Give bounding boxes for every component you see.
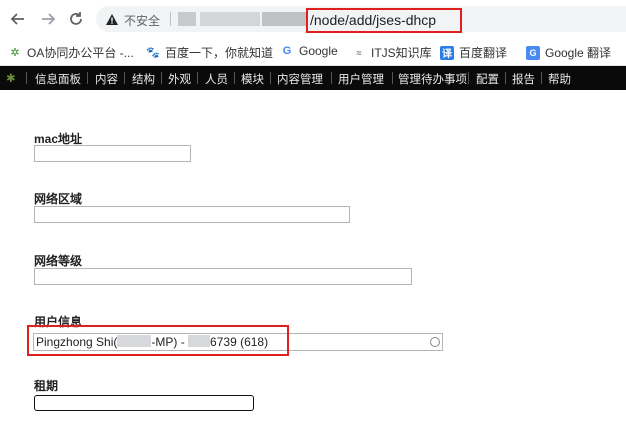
bookmark-baidu[interactable]: 🐾 百度一下，你就知道 bbox=[146, 44, 273, 61]
network-level-input[interactable] bbox=[34, 268, 412, 285]
baidu-paw-icon: 🐾 bbox=[146, 47, 160, 59]
toolbar-divider bbox=[161, 72, 162, 84]
toolbar-divider bbox=[234, 72, 235, 84]
menu-item-config[interactable]: 配置 bbox=[476, 71, 499, 87]
network-zone-label: 网络区域 bbox=[34, 192, 83, 206]
menu-item-appearance[interactable]: 外观 bbox=[168, 71, 191, 87]
toolbar-divider bbox=[468, 72, 469, 84]
menu-item-structure[interactable]: 结构 bbox=[132, 71, 155, 87]
user-info-highlight-box bbox=[27, 325, 289, 356]
menu-item-people[interactable]: 人员 bbox=[205, 71, 228, 87]
menu-item-dashboard[interactable]: 信息面板 bbox=[35, 71, 81, 87]
oa-logo-icon: ✲ bbox=[10, 47, 20, 59]
url-path[interactable]: /node/add/jses-dhcp bbox=[310, 12, 436, 28]
bookmark-label: OA协同办公平台 -... bbox=[27, 46, 134, 60]
security-status: 不安全 bbox=[124, 14, 161, 28]
redacted-host bbox=[178, 12, 196, 26]
bookmark-google[interactable]: G Google bbox=[280, 44, 338, 58]
omnibox-divider bbox=[170, 12, 171, 26]
itjs-icon: ≈ bbox=[356, 47, 362, 58]
forward-arrow-icon[interactable] bbox=[38, 9, 58, 29]
warning-triangle-icon[interactable] bbox=[104, 11, 120, 27]
toolbar-divider bbox=[505, 72, 506, 84]
toolbar-divider bbox=[26, 72, 27, 84]
toolbar-divider bbox=[124, 72, 125, 84]
autocomplete-throbber-icon bbox=[430, 337, 440, 347]
toolbar-divider bbox=[197, 72, 198, 84]
reload-icon[interactable] bbox=[66, 9, 86, 29]
google-g-icon: G bbox=[282, 45, 292, 57]
network-level-label: 网络等级 bbox=[34, 254, 83, 268]
lease-input[interactable] bbox=[34, 395, 254, 411]
redacted-host bbox=[262, 12, 306, 26]
toolbar-divider bbox=[87, 72, 88, 84]
menu-item-content[interactable]: 内容 bbox=[95, 71, 118, 87]
menu-item-help[interactable]: 帮助 bbox=[548, 71, 571, 87]
translate-icon: 译 bbox=[440, 45, 454, 60]
network-zone-input[interactable] bbox=[34, 206, 350, 223]
back-arrow-icon[interactable] bbox=[8, 9, 28, 29]
address-bar-row: 不安全 /node/add/jses-dhcp bbox=[0, 0, 626, 36]
bookmark-label: ITJS知识库 bbox=[371, 46, 432, 60]
bookmarks-bar: ✲ OA协同办公平台 -... 🐾 百度一下，你就知道 G Google ≈ I… bbox=[0, 36, 626, 66]
bookmark-label: 百度一下，你就知道 bbox=[165, 46, 274, 60]
bookmark-label: 百度翻译 bbox=[459, 46, 508, 60]
admin-toolbar: ✱ 信息面板 内容 结构 外观 人员 模块 内容管理 用户管理 管理待办事项 配… bbox=[0, 66, 626, 90]
toolbar-divider bbox=[270, 72, 271, 84]
toolbar-divider bbox=[541, 72, 542, 84]
bookmark-itjs[interactable]: ≈ ITJS知识库 bbox=[352, 44, 432, 61]
home-icon[interactable]: ✱ bbox=[6, 71, 16, 85]
menu-item-reports[interactable]: 报告 bbox=[512, 71, 535, 87]
google-translate-icon: G bbox=[526, 45, 540, 60]
toolbar-divider bbox=[331, 72, 332, 84]
bookmark-label: Google bbox=[299, 44, 338, 58]
menu-item-modules[interactable]: 模块 bbox=[241, 71, 264, 87]
bookmark-google-translate[interactable]: G Google 翻译 bbox=[526, 44, 611, 61]
mac-address-input[interactable] bbox=[34, 145, 191, 162]
bookmark-label: Google 翻译 bbox=[545, 46, 612, 60]
menu-item-content-management[interactable]: 内容管理 bbox=[277, 71, 323, 87]
bookmark-baidu-translate[interactable]: 译 百度翻译 bbox=[440, 44, 507, 61]
toolbar-divider bbox=[392, 72, 393, 84]
menu-item-todo[interactable]: 管理待办事项 bbox=[398, 71, 467, 87]
lease-label: 租期 bbox=[34, 379, 59, 393]
bookmark-oa[interactable]: ✲ OA协同办公平台 -... bbox=[8, 44, 134, 61]
menu-item-user-management[interactable]: 用户管理 bbox=[338, 71, 384, 87]
redacted-host bbox=[200, 12, 260, 26]
